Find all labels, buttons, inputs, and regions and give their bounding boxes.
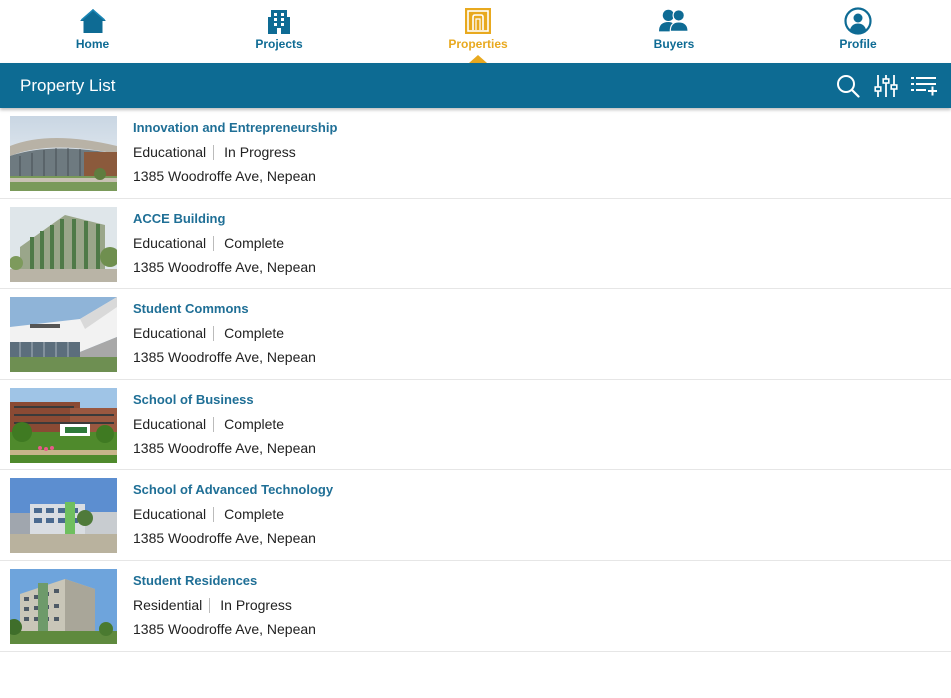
property-address: 1385 Woodroffe Ave, Nepean — [133, 439, 316, 456]
home-icon — [78, 6, 108, 36]
property-category: Educational — [133, 234, 207, 251]
add-list-icon — [911, 76, 937, 95]
property-status: Complete — [224, 234, 285, 251]
header-actions — [823, 73, 937, 99]
page-title: Property List — [20, 75, 116, 95]
property-address: 1385 Woodroffe Ave, Nepean — [133, 530, 316, 547]
property-row[interactable]: Innovation and Entrepreneurship Educatio… — [0, 108, 951, 199]
meta-divider — [213, 326, 215, 342]
property-row[interactable]: Student Residences Residential In Progre… — [0, 561, 951, 652]
property-category: Educational — [133, 325, 207, 342]
nav-projects-label: Projects — [255, 37, 303, 51]
property-status: Complete — [224, 325, 285, 342]
nav-properties[interactable]: Properties — [373, 0, 583, 63]
property-thumbnail — [10, 568, 117, 644]
search-button[interactable] — [835, 73, 861, 99]
filter-button[interactable] — [873, 73, 899, 99]
people-icon — [659, 6, 689, 36]
nav-profile-label: Profile — [839, 37, 877, 51]
property-thumbnail — [10, 478, 117, 554]
property-name[interactable]: Innovation and Entrepreneurship — [133, 120, 337, 136]
add-to-list-button[interactable] — [911, 73, 937, 99]
property-row[interactable]: School of Advanced Technology Educationa… — [0, 470, 951, 561]
property-status: Complete — [224, 415, 285, 432]
property-icon — [463, 6, 493, 36]
meta-divider — [213, 145, 215, 160]
meta-divider — [209, 597, 211, 613]
top-navigation: Home Projects Properties Buyers Profile — [0, 0, 951, 63]
property-address: 1385 Woodroffe Ave, Nepean — [133, 168, 316, 184]
property-address: 1385 Woodroffe Ave, Nepean — [133, 258, 316, 275]
nav-profile[interactable]: Profile — [765, 0, 951, 63]
property-status: In Progress — [224, 144, 296, 160]
property-row[interactable]: Student Commons Educational Complete 138… — [0, 289, 951, 380]
nav-projects[interactable]: Projects — [185, 0, 373, 63]
property-name[interactable]: Student Commons — [133, 301, 316, 317]
property-name[interactable]: Student Residences — [133, 573, 316, 589]
property-name[interactable]: ACCE Building — [133, 211, 316, 227]
property-status: Complete — [224, 506, 285, 523]
nav-home[interactable]: Home — [0, 0, 185, 63]
property-category: Educational — [133, 506, 207, 523]
property-category: Residential — [133, 596, 203, 613]
property-name[interactable]: School of Business — [133, 392, 316, 408]
property-thumbnail — [10, 387, 117, 463]
nav-buyers[interactable]: Buyers — [583, 0, 765, 63]
property-thumbnail — [10, 206, 117, 282]
search-icon — [837, 74, 860, 98]
meta-divider — [213, 507, 215, 523]
property-row[interactable]: School of Business Educational Complete … — [0, 380, 951, 471]
property-thumbnail — [10, 116, 117, 191]
property-row[interactable]: ACCE Building Educational Complete 1385 … — [0, 199, 951, 290]
user-circle-icon — [843, 6, 873, 36]
nav-home-label: Home — [75, 37, 110, 51]
meta-divider — [213, 235, 215, 251]
filter-sliders-icon — [874, 74, 898, 97]
building-icon — [264, 6, 294, 36]
meta-divider — [213, 416, 215, 432]
property-category: Educational — [133, 415, 207, 432]
title-bar: Property List — [0, 63, 951, 108]
property-status: In Progress — [220, 596, 292, 613]
nav-properties-label: Properties — [448, 37, 508, 51]
property-address: 1385 Woodroffe Ave, Nepean — [133, 349, 316, 366]
property-category: Educational — [133, 144, 207, 160]
property-name[interactable]: School of Advanced Technology — [133, 482, 333, 498]
nav-buyers-label: Buyers — [653, 37, 695, 51]
property-address: 1385 Woodroffe Ave, Nepean — [133, 620, 316, 637]
property-list: Innovation and Entrepreneurship Educatio… — [0, 108, 951, 652]
property-thumbnail — [10, 297, 117, 373]
